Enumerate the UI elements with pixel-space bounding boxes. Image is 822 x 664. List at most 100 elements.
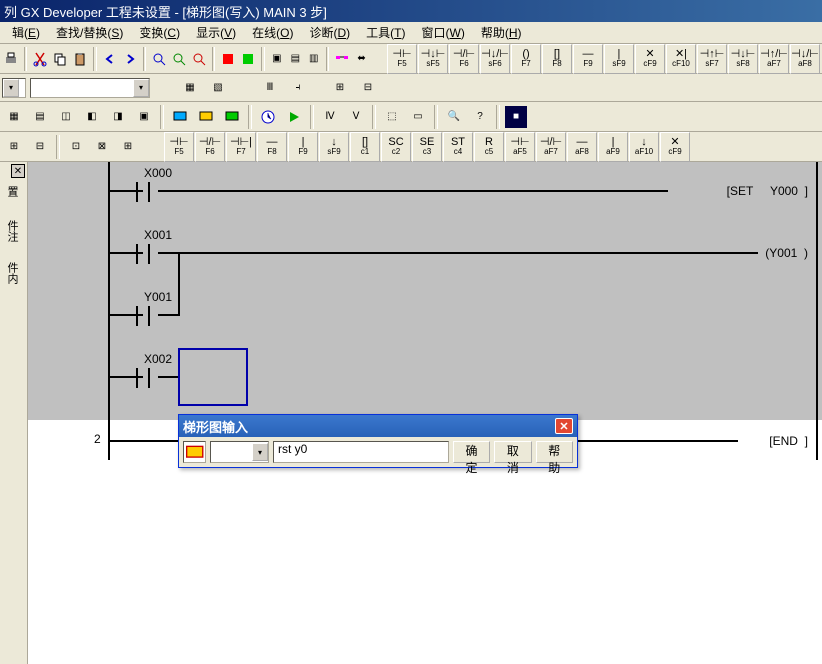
tb2-4-icon[interactable]: ◧ — [80, 105, 104, 129]
combo-2[interactable]: ▾ — [30, 78, 150, 98]
output-coil[interactable]: (Y001 ) — [765, 246, 808, 260]
tool3-icon[interactable]: ▥ — [306, 47, 322, 71]
fkey-cF9[interactable]: ✕cF9 — [660, 132, 690, 162]
tb2-1-icon[interactable]: ▦ — [2, 105, 26, 129]
set-coil[interactable]: [SET Y000 ] — [727, 184, 808, 198]
fkey-F5[interactable]: ⊣⊢F5 — [164, 132, 194, 162]
fkey-sF9[interactable]: |sF9 — [604, 44, 634, 74]
menu-diagnose[interactable]: 诊断(D) — [301, 22, 358, 43]
menu-online[interactable]: 在线(O) — [244, 22, 301, 43]
undo-icon[interactable] — [101, 47, 119, 71]
monitor2-icon[interactable] — [194, 105, 218, 129]
fkey-sF5[interactable]: ⊣↓⊢sF5 — [418, 44, 448, 74]
fkey-F9[interactable]: —F9 — [573, 44, 603, 74]
close-icon[interactable]: ✕ — [555, 418, 573, 434]
grid2-icon[interactable]: ⊟ — [356, 76, 380, 100]
tb3-2-icon[interactable]: ⊟ — [28, 135, 52, 159]
cancel-button[interactable]: 取消 — [494, 441, 531, 463]
help-button[interactable]: 帮助 — [536, 441, 573, 463]
fkey-aF8[interactable]: ⊣↓/⊢aF8 — [790, 44, 820, 74]
view1-icon[interactable]: ▦ — [178, 76, 202, 100]
tb2c-icon[interactable]: ⬚ — [380, 105, 404, 129]
contact-Y001[interactable]: Y001 — [128, 306, 158, 326]
combo-1[interactable]: ▾ — [2, 78, 26, 98]
fkey-F7[interactable]: ⊣⊢|F7 — [226, 132, 256, 162]
run-icon[interactable] — [282, 105, 306, 129]
instruction-input[interactable] — [273, 441, 449, 463]
instruction-field[interactable] — [278, 442, 444, 456]
copy-icon[interactable] — [51, 47, 69, 71]
dropdown-icon[interactable]: ▾ — [252, 443, 268, 461]
tb2-2-icon[interactable]: ▤ — [28, 105, 52, 129]
ladder-diagram[interactable]: X000 [SET Y000 ] X001 (Y001 ) Y001 — [28, 162, 822, 664]
chart1-icon[interactable]: Ⅲ — [258, 76, 282, 100]
menu-view[interactable]: 显示(V) — [188, 22, 244, 43]
fkey-F6[interactable]: ⊣/⊢F6 — [195, 132, 225, 162]
menu-window[interactable]: 窗口(W) — [414, 22, 473, 43]
paste-icon[interactable] — [71, 47, 89, 71]
find-icon[interactable] — [150, 47, 168, 71]
selection-cursor[interactable] — [178, 348, 248, 406]
tb2-6-icon[interactable]: ▣ — [132, 105, 156, 129]
dropdown-icon[interactable]: ▾ — [3, 79, 19, 97]
contact-X001[interactable]: X001 — [128, 244, 158, 264]
view2-icon[interactable]: ▧ — [206, 76, 230, 100]
tb3-3-icon[interactable]: ⊡ — [64, 135, 88, 159]
symbol-combo[interactable]: ▾ — [210, 441, 269, 463]
tool1-icon[interactable]: ▣ — [269, 47, 285, 71]
fkey-cF9[interactable]: ✕cF9 — [635, 44, 665, 74]
net-icon[interactable] — [333, 47, 351, 71]
contact-X000[interactable]: X000 — [128, 182, 158, 202]
fkey-F7[interactable]: ()F7 — [511, 44, 541, 74]
fkey-F6[interactable]: ⊣/⊢F6 — [449, 44, 479, 74]
dialog-titlebar[interactable]: 梯形图输入 ✕ — [179, 415, 577, 437]
tb2a-icon[interactable]: Ⅳ — [318, 105, 342, 129]
fkey-aF7[interactable]: ⊣/⊢aF7 — [536, 132, 566, 162]
fkey-c2[interactable]: SCc2 — [381, 132, 411, 162]
menu-convert[interactable]: 变换(C) — [131, 22, 188, 43]
dropdown-icon[interactable]: ▾ — [133, 79, 149, 97]
fkey-F8[interactable]: —F8 — [257, 132, 287, 162]
mark1-icon[interactable] — [219, 47, 237, 71]
tb3-5-icon[interactable]: ⊞ — [116, 135, 140, 159]
fkey-sF9[interactable]: ↓sF9 — [319, 132, 349, 162]
fkey-c1[interactable]: []c1 — [350, 132, 380, 162]
fkey-sF7[interactable]: ⊣↑⊢sF7 — [697, 44, 727, 74]
fkey-sF6[interactable]: ⊣↓/⊢sF6 — [480, 44, 510, 74]
mark2-icon[interactable] — [239, 47, 257, 71]
find2-icon[interactable] — [170, 47, 188, 71]
fkey-aF10[interactable]: ↓aF10 — [629, 132, 659, 162]
fkey-aF8[interactable]: —aF8 — [567, 132, 597, 162]
fkey-aF7[interactable]: ⊣↑/⊢aF7 — [759, 44, 789, 74]
fkey-c5[interactable]: Rc5 — [474, 132, 504, 162]
menu-tools[interactable]: 工具(T) — [358, 22, 413, 43]
tb2-5-icon[interactable]: ◨ — [106, 105, 130, 129]
fkey-cF10[interactable]: ✕|cF10 — [666, 44, 696, 74]
tool2-icon[interactable]: ▤ — [287, 47, 303, 71]
panel-close-icon[interactable]: ✕ — [11, 164, 25, 178]
fkey-c3[interactable]: SEc3 — [412, 132, 442, 162]
clock-icon[interactable] — [256, 105, 280, 129]
menu-edit[interactable]: 辑(E) — [4, 22, 48, 43]
fkey-c4[interactable]: STc4 — [443, 132, 473, 162]
find3-icon[interactable] — [190, 47, 208, 71]
fkey-aF9[interactable]: |aF9 — [598, 132, 628, 162]
fkey-F5[interactable]: ⊣⊢F5 — [387, 44, 417, 74]
monitor3-icon[interactable] — [220, 105, 244, 129]
print-icon[interactable] — [2, 47, 20, 71]
ok-button[interactable]: 确定 — [453, 441, 490, 463]
menu-search[interactable]: 查找/替换(S) — [48, 22, 131, 43]
monitor1-icon[interactable] — [168, 105, 192, 129]
fkey-aF5[interactable]: ⊣⊢aF5 — [505, 132, 535, 162]
tb2d-icon[interactable]: ▭ — [406, 105, 430, 129]
cut-icon[interactable] — [31, 47, 49, 71]
expand-icon[interactable]: ⬌ — [353, 47, 369, 71]
mode-icon[interactable]: ■ — [504, 105, 528, 129]
menu-help[interactable]: 帮助(H) — [473, 22, 530, 43]
symbol-picker-icon[interactable] — [183, 441, 206, 463]
chart2-icon[interactable]: ⫞ — [286, 76, 310, 100]
grid1-icon[interactable]: ⊞ — [328, 76, 352, 100]
contact-X002[interactable]: X002 — [128, 368, 158, 388]
tb3-1-icon[interactable]: ⊞ — [2, 135, 26, 159]
zoom-icon[interactable]: 🔍 — [442, 105, 466, 129]
